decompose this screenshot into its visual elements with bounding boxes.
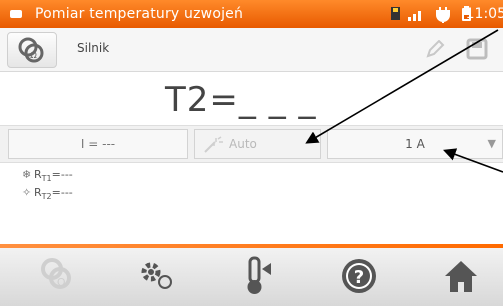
meter-icon: Ω (41, 258, 71, 289)
current-value: I = --- (8, 129, 188, 159)
meter-button[interactable]: Ω (7, 32, 57, 68)
svg-text:Ω: Ω (30, 51, 37, 61)
svg-text:?: ? (354, 267, 364, 288)
meter-icon: Ω (18, 37, 44, 63)
settings-icon (141, 262, 172, 289)
object-row: Ω Silnik (0, 28, 503, 72)
settings-button[interactable] (133, 254, 181, 300)
cold-icon: ❄ (22, 168, 32, 181)
app-icon (10, 10, 22, 18)
home-button[interactable] (437, 254, 485, 300)
thermometer-icon (247, 256, 271, 294)
clock: 11:05 (465, 6, 503, 22)
dropdown-arrow-icon: ▼ (487, 137, 496, 150)
window-title: Pomiar temperatury uzwojeń (35, 6, 244, 22)
rt1-readout: ❄ RT1=--- (22, 168, 73, 184)
hot-icon: ✧ (22, 186, 32, 199)
auto-label: Auto (229, 137, 257, 151)
status-bar: Pomiar temperatury uzwojeń 11:05 (0, 0, 503, 28)
help-button[interactable]: ? (335, 254, 383, 300)
svg-text:Ω: Ω (57, 276, 65, 289)
save-icon[interactable] (466, 38, 488, 60)
edit-icon[interactable] (425, 40, 445, 60)
home-icon (445, 261, 477, 292)
measure-button[interactable]: Ω (33, 254, 81, 300)
parameter-row: I = --- Auto 1 A ▼ (0, 125, 503, 163)
auto-button[interactable]: Auto (194, 129, 321, 159)
temperature-button[interactable] (233, 254, 281, 300)
help-icon: ? (342, 259, 376, 293)
rt2-readout: ✧ RT2=--- (22, 186, 73, 202)
range-select[interactable]: 1 A ▼ (327, 129, 503, 159)
object-name: Silnik (77, 41, 110, 55)
measurement-result: T2=_ _ _ (165, 80, 317, 120)
range-value: 1 A (405, 137, 425, 151)
auto-icon (204, 136, 223, 153)
bottom-toolbar: Ω ? (0, 248, 503, 306)
